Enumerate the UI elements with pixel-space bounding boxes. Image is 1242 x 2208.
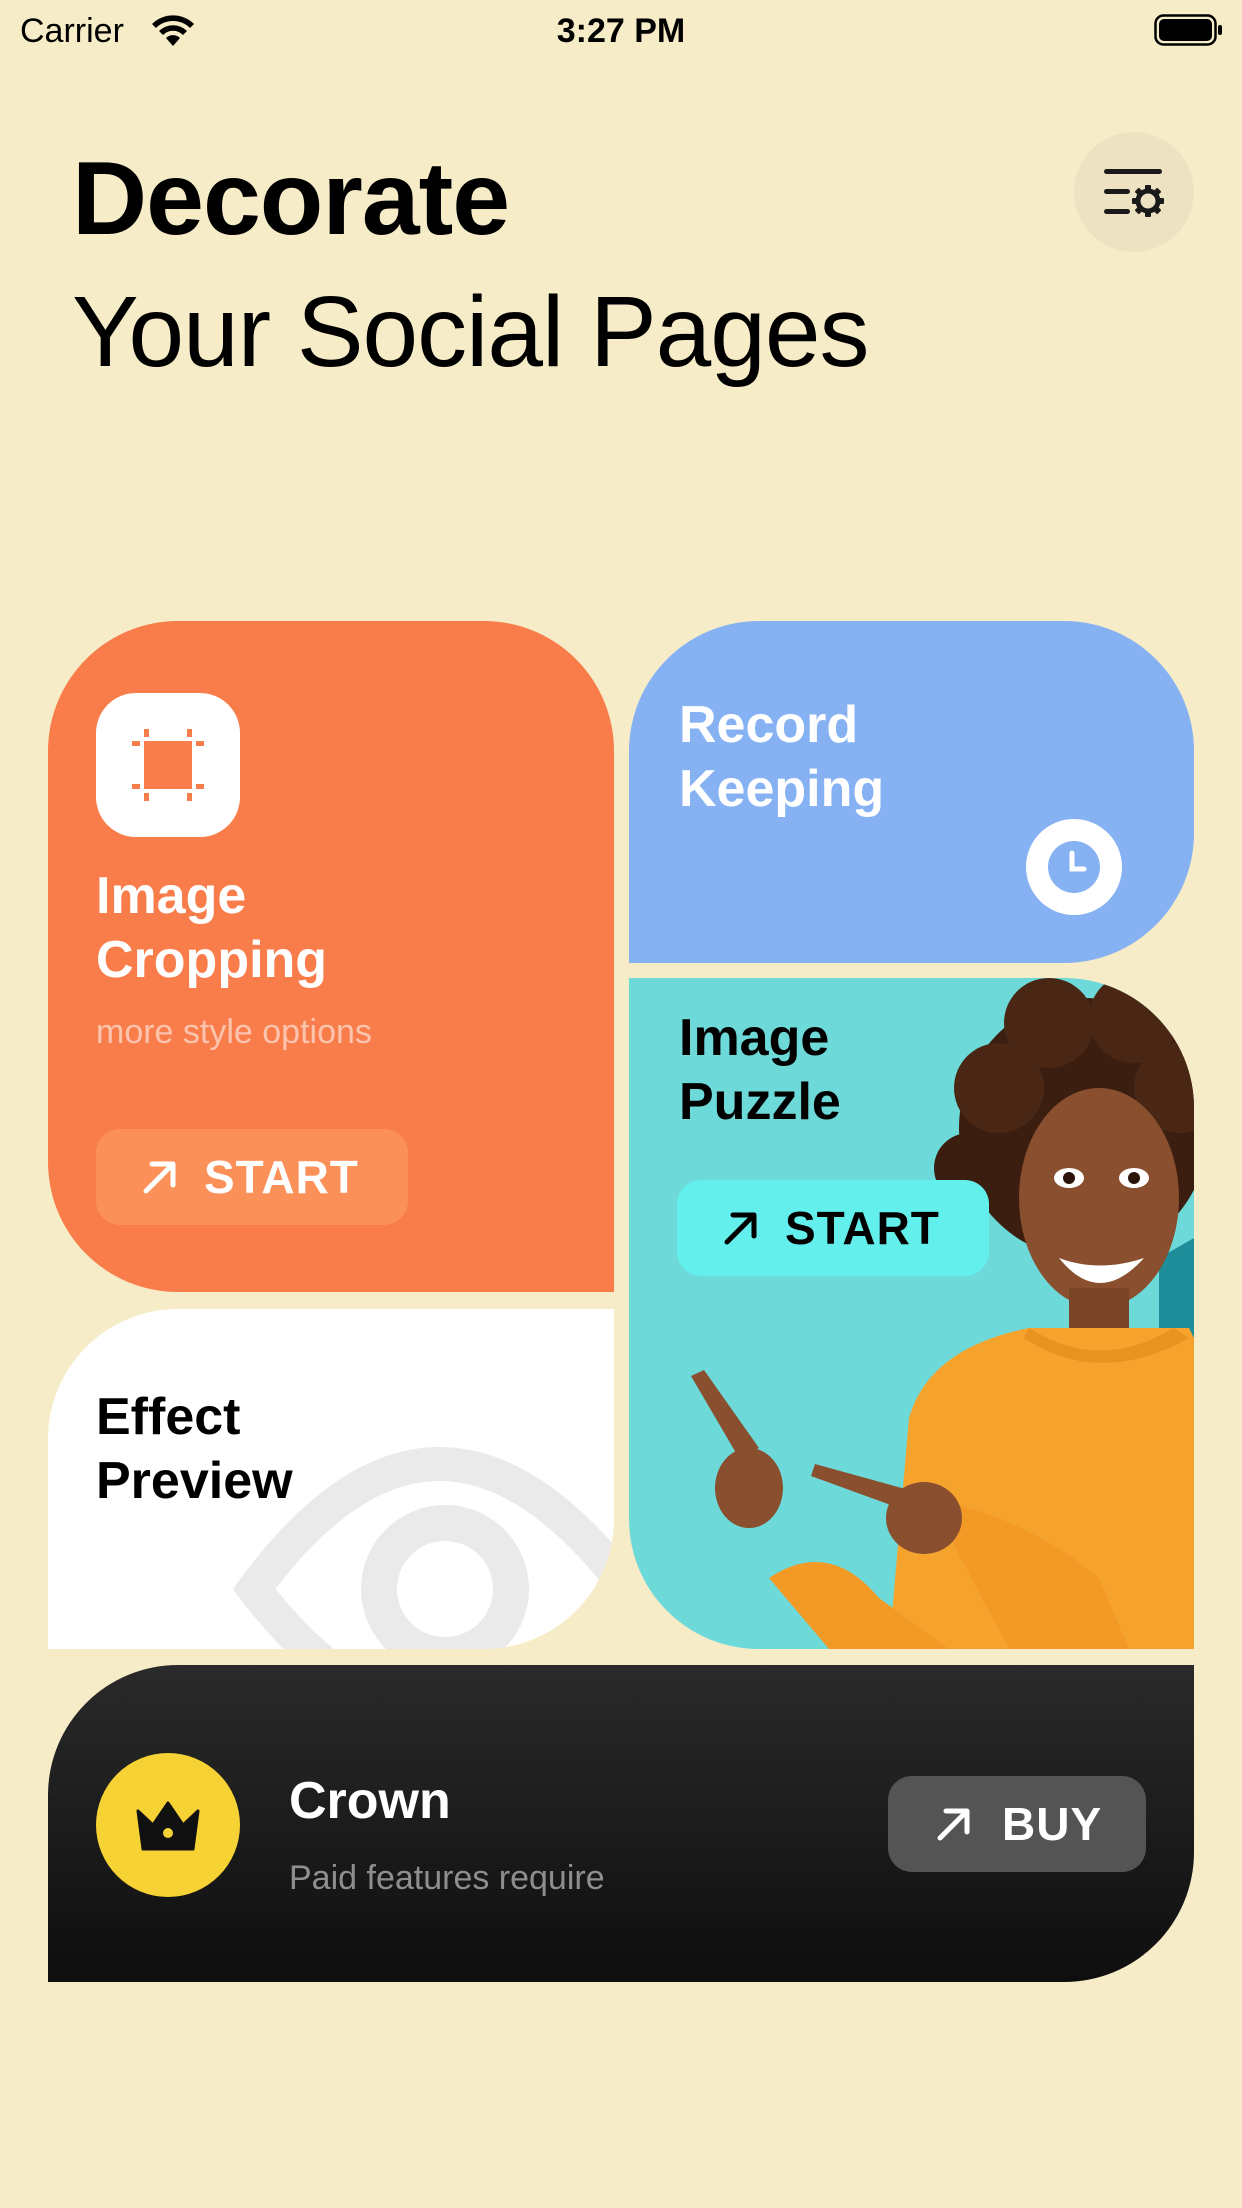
title-line: Record [679,696,859,754]
title-line: Image [679,1009,830,1067]
arrow-up-right-icon [143,1161,176,1194]
buy-button[interactable]: BUY [888,1776,1146,1872]
status-bar: Carrier 3:27 PM [0,0,1242,62]
status-time: 3:27 PM [556,12,686,50]
crop-icon-container [96,693,240,837]
crown-premium-card[interactable]: Crown Paid features require BUY [48,1665,1194,1982]
settings-list-icon [1104,169,1164,217]
effect-preview-title: Effect Preview [96,1385,293,1513]
buy-label: BUY [1002,1798,1103,1850]
image-puzzle-start-button[interactable]: START [677,1180,989,1276]
title-line: Image [96,867,247,925]
image-cropping-subtitle: more style options [96,1013,372,1051]
settings-button[interactable] [1074,132,1194,252]
clock-icon [1048,841,1100,893]
title-line: Cropping [96,931,328,989]
record-keeping-card[interactable]: Record Keeping [629,621,1194,963]
image-cropping-card[interactable]: Image Cropping more style options START [48,621,614,1292]
battery-icon [1154,14,1222,46]
image-cropping-title: Image Cropping [96,864,327,992]
crop-icon [132,729,204,801]
crown-icon [136,1801,200,1851]
image-puzzle-card[interactable]: Image Puzzle START [629,978,1194,1649]
crown-title: Crown [289,1772,451,1830]
arrow-up-right-icon [724,1212,757,1245]
image-cropping-start-button[interactable]: START [96,1129,408,1225]
title-line: Puzzle [679,1073,841,1131]
page-subtitle: Your Social Pages [72,276,870,388]
crown-subtitle: Paid features require [289,1859,605,1897]
title-line: Preview [96,1452,293,1510]
record-keeping-title: Record Keeping [679,693,884,821]
page-title: Decorate [72,141,510,257]
start-label: START [785,1202,940,1254]
arrow-up-right-icon [937,1808,970,1841]
clock-badge [1026,819,1122,915]
title-line: Effect [96,1388,241,1446]
image-puzzle-title: Image Puzzle [679,1006,841,1134]
effect-preview-card[interactable]: Effect Preview [48,1309,614,1649]
crown-badge [96,1753,240,1897]
title-line: Keeping [679,760,885,818]
start-label: START [204,1151,359,1203]
